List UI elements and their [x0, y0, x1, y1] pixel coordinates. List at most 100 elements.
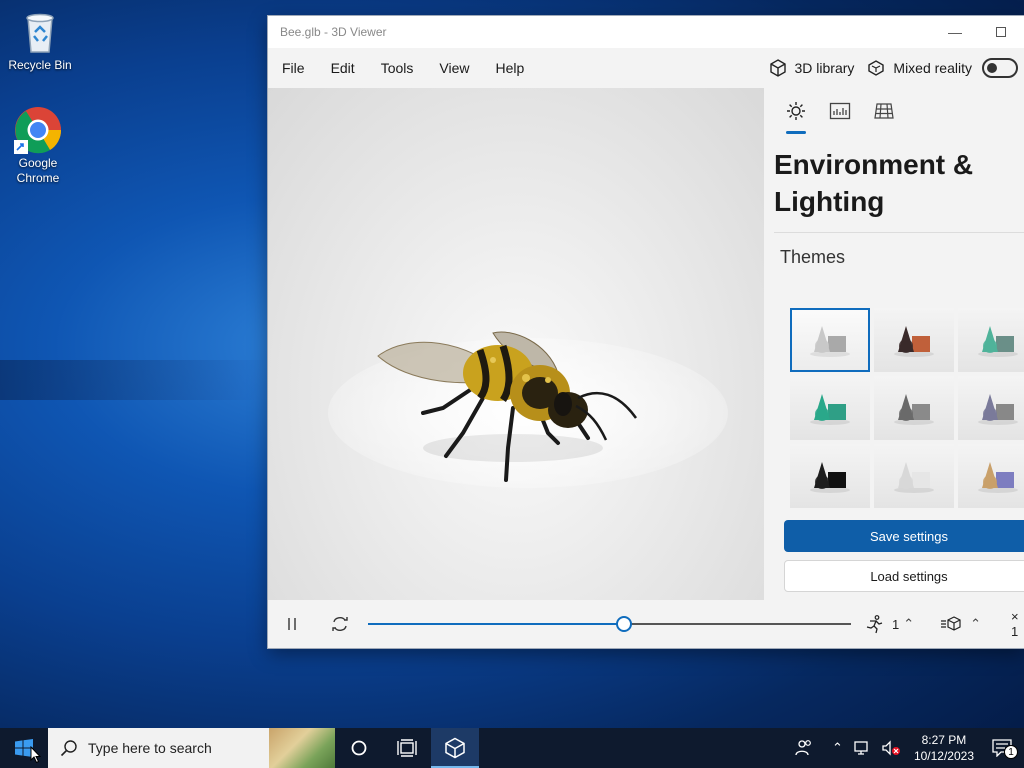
- theme-swatch[interactable]: [874, 444, 954, 508]
- theme-preview-shapes: [978, 326, 1018, 357]
- network-button[interactable]: [848, 728, 876, 768]
- cube-select-icon: [941, 616, 961, 631]
- running-figure-icon: [866, 615, 883, 634]
- chrome-icon: [14, 106, 62, 154]
- playback-extra-controls: 1 ⌃ ⌃ × 1: [864, 600, 1024, 648]
- mixed-reality-icon: [868, 60, 885, 76]
- people-button[interactable]: [781, 728, 827, 768]
- show-hidden-icons-button[interactable]: ⌃: [827, 728, 848, 768]
- minimize-button[interactable]: —: [932, 16, 978, 48]
- volume-button[interactable]: [876, 728, 906, 768]
- pause-button[interactable]: [268, 600, 316, 648]
- volume-muted-icon: [882, 740, 900, 756]
- load-settings-button[interactable]: Load settings: [784, 560, 1024, 592]
- pause-icon: [288, 618, 296, 630]
- bee-model[interactable]: [268, 88, 764, 600]
- mixed-reality-button[interactable]: Mixed reality: [860, 48, 1024, 88]
- taskbar-3d-viewer[interactable]: [431, 728, 479, 768]
- 3d-library-label: 3D library: [794, 60, 855, 76]
- notification-badge: 1: [1004, 745, 1018, 759]
- loop-icon: [332, 617, 348, 631]
- menu-file[interactable]: File: [268, 48, 318, 88]
- people-icon: [795, 740, 811, 756]
- menu-help[interactable]: Help: [482, 48, 537, 88]
- desktop-wallpaper-streak: [0, 360, 280, 400]
- 3d-library-button[interactable]: 3D library: [762, 48, 861, 88]
- menu-view[interactable]: View: [426, 48, 482, 88]
- taskbar: Type here to search ⌃ 8:27 PM 10/12/2023…: [0, 728, 1024, 768]
- menu-edit[interactable]: Edit: [318, 48, 368, 88]
- window-title: Bee.glb - 3D Viewer: [280, 25, 387, 39]
- theme-swatch[interactable]: [874, 376, 954, 440]
- recycle-bin-label: Recycle Bin: [8, 58, 72, 72]
- playback-bar: 1 ⌃ ⌃ × 1: [268, 600, 1024, 648]
- theme-preview-shapes: [810, 326, 850, 357]
- theme-preview-shapes: [810, 462, 850, 493]
- viewer-window: Bee.glb - 3D Viewer — File Edit Tools Vi…: [268, 16, 1024, 648]
- task-view-icon: [397, 739, 417, 757]
- sun-icon: [787, 102, 805, 120]
- maximize-icon: [996, 27, 1006, 37]
- tab-grid[interactable]: [862, 88, 906, 134]
- cortana-circle-icon: [351, 740, 367, 756]
- menu-tools[interactable]: Tools: [368, 48, 427, 88]
- animation-timeline[interactable]: [368, 616, 851, 632]
- action-center-button[interactable]: 1: [982, 728, 1024, 768]
- task-view-button[interactable]: [383, 728, 431, 768]
- theme-swatch[interactable]: [958, 308, 1024, 372]
- side-panel-tabs: [764, 88, 1024, 134]
- desktop-icon-chrome[interactable]: Google Chrome: [0, 106, 76, 186]
- stats-icon: [829, 102, 851, 120]
- speed-value: 1: [892, 616, 900, 632]
- title-bar[interactable]: Bee.glb - 3D Viewer —: [268, 16, 1024, 48]
- multiplier-value[interactable]: × 1: [1011, 609, 1024, 639]
- chevron-up-icon: ⌃: [903, 616, 915, 631]
- search-placeholder: Type here to search: [88, 740, 212, 756]
- minimize-icon: —: [948, 24, 962, 40]
- search-icon: [60, 740, 77, 757]
- mixed-reality-toggle[interactable]: [982, 58, 1018, 78]
- clock[interactable]: 8:27 PM 10/12/2023: [906, 732, 982, 764]
- theme-preview-shapes: [894, 394, 934, 425]
- side-panel: Environment & Lighting Themes Save setti…: [764, 88, 1024, 600]
- loop-button[interactable]: [316, 600, 364, 648]
- chrome-label: Google Chrome: [16, 156, 60, 185]
- grid-icon: [874, 103, 894, 119]
- themes-heading: Themes: [780, 247, 846, 267]
- timeline-progress: [368, 623, 624, 625]
- clock-time: 8:27 PM: [921, 733, 967, 747]
- taskbar-search[interactable]: Type here to search: [48, 728, 335, 768]
- theme-preview-shapes: [978, 394, 1018, 425]
- theme-swatch[interactable]: [958, 376, 1024, 440]
- selection-mode-button[interactable]: ⌃: [940, 615, 981, 633]
- 3d-viewer-app-icon: [445, 737, 465, 759]
- system-tray: ⌃ 8:27 PM 10/12/2023 1: [781, 728, 1024, 768]
- tab-environment[interactable]: [774, 88, 818, 134]
- panel-heading: Environment & Lighting: [774, 149, 974, 217]
- theme-swatch[interactable]: [790, 444, 870, 508]
- theme-swatch[interactable]: [790, 376, 870, 440]
- chevron-up-icon: ⌃: [832, 740, 843, 755]
- theme-preview-shapes: [810, 394, 850, 425]
- 3d-viewport[interactable]: [268, 88, 764, 600]
- theme-swatch[interactable]: [958, 444, 1024, 508]
- maximize-button[interactable]: [978, 16, 1024, 48]
- save-settings-button[interactable]: Save settings: [784, 520, 1024, 552]
- timeline-thumb[interactable]: [615, 616, 632, 632]
- desktop-icon-recycle-bin[interactable]: Recycle Bin: [2, 8, 78, 73]
- mixed-reality-label: Mixed reality: [893, 60, 972, 76]
- tab-stats[interactable]: [818, 88, 862, 134]
- start-button[interactable]: [0, 728, 48, 768]
- cube-icon: [769, 59, 786, 77]
- theme-preview-shapes: [894, 326, 934, 357]
- chevron-up-icon: ⌃: [970, 616, 982, 631]
- theme-preview-shapes: [978, 462, 1018, 493]
- themes-grid: [790, 308, 1024, 508]
- search-highlight-image: [269, 728, 335, 768]
- theme-swatch[interactable]: [790, 308, 870, 372]
- animation-speed-button[interactable]: 1 ⌃: [864, 614, 914, 634]
- menu-bar: File Edit Tools View Help 3D library Mix…: [268, 48, 1024, 88]
- cortana-button[interactable]: [335, 728, 383, 768]
- theme-swatch[interactable]: [874, 308, 954, 372]
- theme-preview-shapes: [894, 462, 934, 493]
